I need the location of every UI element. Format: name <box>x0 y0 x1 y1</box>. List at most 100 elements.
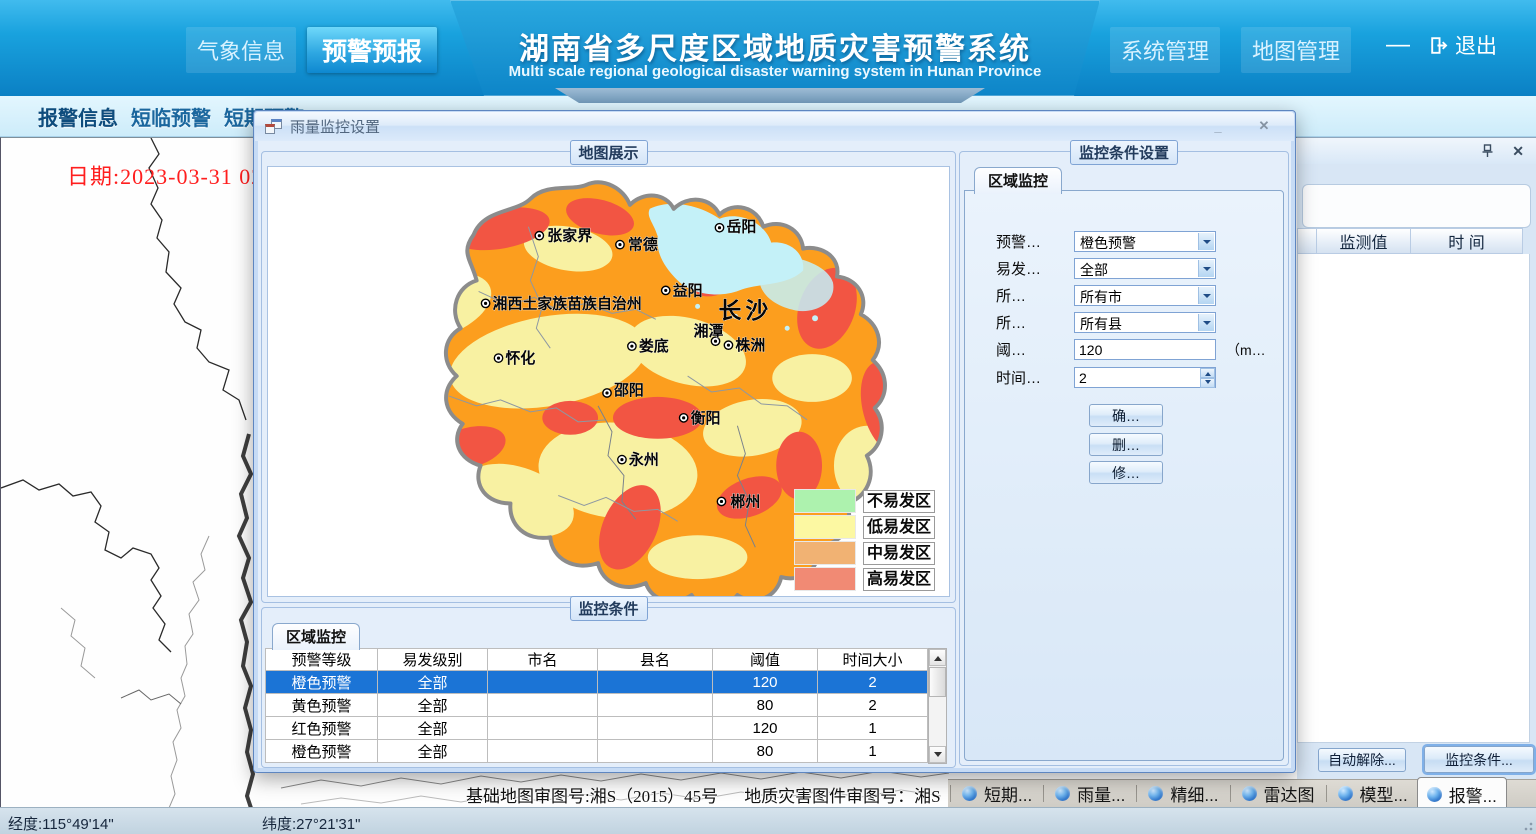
toolbar-tab-shortterm[interactable]: 短期... <box>953 780 1041 808</box>
city-label: 湘潭 <box>694 322 724 340</box>
toolbar-tab-radar[interactable]: 雷达图 <box>1233 780 1324 808</box>
nav-tab-system-label: 系统管理 <box>1121 34 1209 66</box>
col-city[interactable]: 市名 <box>488 649 598 671</box>
toolbar-tab-fine[interactable]: 精细... <box>1139 780 1227 808</box>
city-select[interactable]: 所有市 <box>1074 285 1216 306</box>
table-row[interactable]: 黄色预警全部802 <box>266 694 928 717</box>
toolbar-separator <box>1136 785 1137 802</box>
city-label: 湘西土家族苗族自治州 <box>493 294 642 312</box>
col-warning-level[interactable]: 预警等级 <box>266 649 378 671</box>
county-select[interactable]: 所有县 <box>1074 312 1216 333</box>
resize-grip[interactable] <box>1523 821 1533 831</box>
threshold-unit: （m… <box>1226 340 1266 360</box>
subnav-nowcast-warning[interactable]: 短临预警 <box>131 96 211 137</box>
tab-region-monitor-bottom[interactable]: 区域监控 <box>272 623 360 650</box>
legend-row: 中易发区 <box>794 540 935 566</box>
dock-col-monitor-value[interactable]: 监测值 <box>1317 228 1411 254</box>
pushpin-icon[interactable] <box>1481 144 1494 158</box>
dialog-minimize-button[interactable]: _ <box>1207 117 1229 135</box>
nav-tab-weather[interactable]: 气象信息 <box>186 27 296 73</box>
app-subtitle: Multi scale regional geological disaster… <box>455 63 1095 80</box>
tab-region-monitor-settings[interactable]: 区域监控 <box>974 167 1062 194</box>
map-display-group: 地图展示 <box>261 151 956 603</box>
dock-col-time[interactable]: 时 间 <box>1411 228 1523 254</box>
toolbar-separator <box>1326 785 1327 802</box>
nav-tab-mapmanage[interactable]: 地图管理 <box>1241 27 1351 73</box>
chevron-down-icon[interactable] <box>1198 287 1214 304</box>
hazard-map-canvas[interactable]: 张家界 常德 岳阳 益阳 湘西土家族苗族自治州 长沙 怀化 娄底 湘潭 株洲 邵… <box>267 166 950 597</box>
toolbar-tab-alarm[interactable]: 报警... <box>1417 777 1507 808</box>
legend-label: 高易发区 <box>863 568 935 591</box>
nav-tab-system[interactable]: 系统管理 <box>1110 27 1220 73</box>
nav-tab-warning-forecast[interactable]: 预警预报 <box>307 27 437 73</box>
app-title: 湖南省多尺度区域地质灾害预警系统 <box>455 24 1095 68</box>
dialog-close-button[interactable]: ✕ <box>1253 117 1275 135</box>
col-susceptibility[interactable]: 易发级别 <box>378 649 488 671</box>
form-row-threshold: 阈… （m… <box>996 339 1266 360</box>
table-row[interactable]: 橙色预警全部801 <box>266 740 928 763</box>
hazard-legend: 不易发区 低易发区 中易发区 高易发区 <box>794 488 935 592</box>
timespan-input[interactable] <box>1074 367 1216 388</box>
dialog-window-icon <box>265 119 282 134</box>
toolbar-tab-label: 报警... <box>1449 782 1497 807</box>
modify-button[interactable]: 修… <box>1089 461 1163 484</box>
globe-icon <box>1427 787 1442 802</box>
legend-label: 低易发区 <box>863 516 935 539</box>
monitor-condition-button[interactable]: 监控条件... <box>1424 746 1534 773</box>
spinner-down-icon[interactable] <box>1200 378 1215 388</box>
toolbar-tab-label: 模型... <box>1360 781 1408 806</box>
table-scrollbar[interactable] <box>928 648 947 764</box>
warning-level-value: 橙色预警 <box>1080 235 1136 251</box>
license-base-map: 基础地图审图号:湘S（2015）45号 <box>466 787 718 806</box>
dock-col-stub <box>1297 228 1317 254</box>
exit-button[interactable]: 退出 <box>1428 28 1497 62</box>
city-label: 岳阳 <box>726 218 756 236</box>
legend-label: 中易发区 <box>863 542 935 565</box>
legend-swatch-medium <box>794 541 856 565</box>
scroll-up-button[interactable] <box>929 649 946 666</box>
monitor-conditions-group: 监控条件 区域监控 预警等级 易发级别 市名 县名 阈值 时间大小 橙色预警全部… <box>261 607 956 768</box>
form-row-susceptibility: 易发… 全部 <box>996 258 1216 279</box>
toolbar-tab-rainfall[interactable]: 雨量... <box>1046 780 1134 808</box>
delete-button[interactable]: 删… <box>1089 433 1163 456</box>
toolbar-tab-model[interactable]: 模型... <box>1329 780 1417 808</box>
toolbar-tab-label: 短期... <box>984 781 1032 806</box>
dock-table-header: 监测值 时 间 <box>1297 228 1536 254</box>
confirm-button[interactable]: 确… <box>1089 404 1163 427</box>
monitor-settings-group: 监控条件设置 区域监控 预警… 橙色预警 易发… 全部 <box>959 151 1289 766</box>
legend-row: 不易发区 <box>794 488 935 514</box>
latitude-readout: 纬度:27°21'31" <box>262 813 360 834</box>
col-threshold[interactable]: 阈值 <box>713 649 818 671</box>
table-row[interactable]: 橙色预警全部1202 <box>266 671 928 694</box>
spinner-up-icon[interactable] <box>1200 368 1215 378</box>
legend-label: 不易发区 <box>863 490 935 513</box>
susceptibility-select[interactable]: 全部 <box>1074 258 1216 279</box>
col-time-size[interactable]: 时间大小 <box>818 649 928 671</box>
warning-level-select[interactable]: 橙色预警 <box>1074 231 1216 252</box>
chevron-down-icon[interactable] <box>1198 233 1214 250</box>
scroll-thumb[interactable] <box>929 667 946 697</box>
table-row[interactable]: 红色预警全部1201 <box>266 717 928 740</box>
county-value: 所有县 <box>1080 316 1122 332</box>
nav-tab-weather-label: 气象信息 <box>197 34 285 66</box>
chevron-down-icon[interactable] <box>1198 260 1214 277</box>
timespan-spinner[interactable] <box>1074 367 1216 388</box>
city-label: 所… <box>996 285 1074 306</box>
subnav-alarm-info[interactable]: 报警信息 <box>38 96 118 137</box>
warning-level-label: 预警… <box>996 231 1074 252</box>
legend-swatch-low <box>794 515 856 539</box>
threshold-input[interactable] <box>1074 339 1216 360</box>
legend-swatch-low-none <box>794 489 856 513</box>
col-county[interactable]: 县名 <box>598 649 713 671</box>
city-label: 株洲 <box>735 336 765 354</box>
legend-row: 高易发区 <box>794 566 935 592</box>
auto-clear-button[interactable]: 自动解除... <box>1318 748 1406 772</box>
scroll-down-button[interactable] <box>929 746 946 763</box>
chevron-down-icon[interactable] <box>1198 314 1214 331</box>
dialog-titlebar[interactable]: 雨量监控设置 <box>255 112 1294 141</box>
dock-close-icon[interactable]: ✕ <box>1512 143 1524 160</box>
top-banner: 气象信息 预警预报 湖南省多尺度区域地质灾害预警系统 Multi scale r… <box>0 0 1536 96</box>
window-minimize-button[interactable]: — <box>1383 28 1413 62</box>
bottom-toolbar: 短期... 雨量... 精细... 雷达图 模型... 报警... <box>948 779 1536 807</box>
city-label-changsha: 长沙 <box>718 297 772 323</box>
